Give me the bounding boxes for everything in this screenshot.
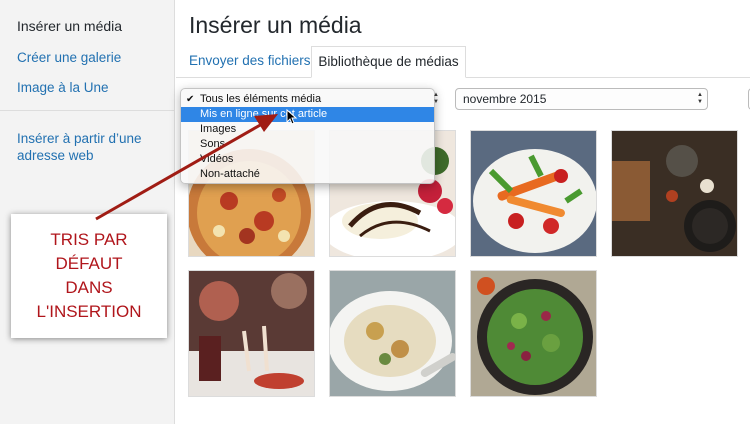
filter-option-images[interactable]: Images [181,122,434,137]
annotation-text: TRIS PAR DÉFAUT DANS L'INSERTION [36,230,142,321]
annotation-callout: TRIS PAR DÉFAUT DANS L'INSERTION [11,214,167,338]
filter-option-label: Non-attaché [200,168,260,180]
filter-option-all[interactable]: ✔ Tous les éléments média [181,92,434,107]
sidebar-item-create-gallery[interactable]: Créer une galerie [17,49,121,66]
select-arrows-icon: ▲ ▼ [697,92,703,105]
tab-upload-files[interactable]: Envoyer des fichiers [181,46,319,78]
date-filter-select[interactable]: novembre 2015 ▲ ▼ [455,88,708,110]
mouse-cursor-icon [286,109,298,125]
media-thumbnail[interactable] [470,130,597,257]
filter-option-unattached[interactable]: Non-attaché [181,167,434,182]
sidebar-item-featured-image[interactable]: Image à la Une [17,79,109,96]
page-title: Insérer un média [189,12,362,38]
media-type-filter-dropdown[interactable]: ✔ Tous les éléments média Mis en ligne s… [180,88,435,184]
sidebar-divider [0,110,175,111]
media-thumbnail[interactable] [470,270,597,397]
tab-media-library[interactable]: Bibliothèque de médias [311,46,466,78]
date-filter-value: novembre 2015 [463,92,547,106]
select-arrows-icon: ▲ ▼ [433,92,439,105]
green-salad-bowl-photo-icon [471,271,596,396]
filter-option-label: Sons [200,138,226,150]
sidebar-item-insert-media[interactable]: Insérer un média [17,18,122,34]
sidebar-item-insert-from-url[interactable]: Insérer à partir d’une adresse web [17,130,157,164]
media-modal-sidebar: Insérer un média Créer une galerie Image… [0,0,175,424]
dinner-table-photo-icon [189,271,314,396]
filter-option-label: Vidéos [200,153,234,165]
filter-option-label: Tous les éléments média [200,93,322,105]
kitchen-table-photo-icon [612,131,737,256]
checkmark-icon: ✔ [186,94,195,105]
salad-vegetables-photo-icon [471,131,596,256]
filter-option-label: Images [200,123,237,135]
media-thumbnail[interactable] [611,130,738,257]
media-thumbnail[interactable] [329,270,456,397]
media-thumbnail[interactable] [188,270,315,397]
filter-option-videos[interactable]: Vidéos [181,152,434,167]
filter-option-sounds[interactable]: Sons [181,137,434,152]
filter-option-label: Mis en ligne sur cet article [200,108,328,120]
filter-option-uploaded-to-post[interactable]: Mis en ligne sur cet article [181,107,434,122]
soup-bowl-photo-icon [330,271,455,396]
